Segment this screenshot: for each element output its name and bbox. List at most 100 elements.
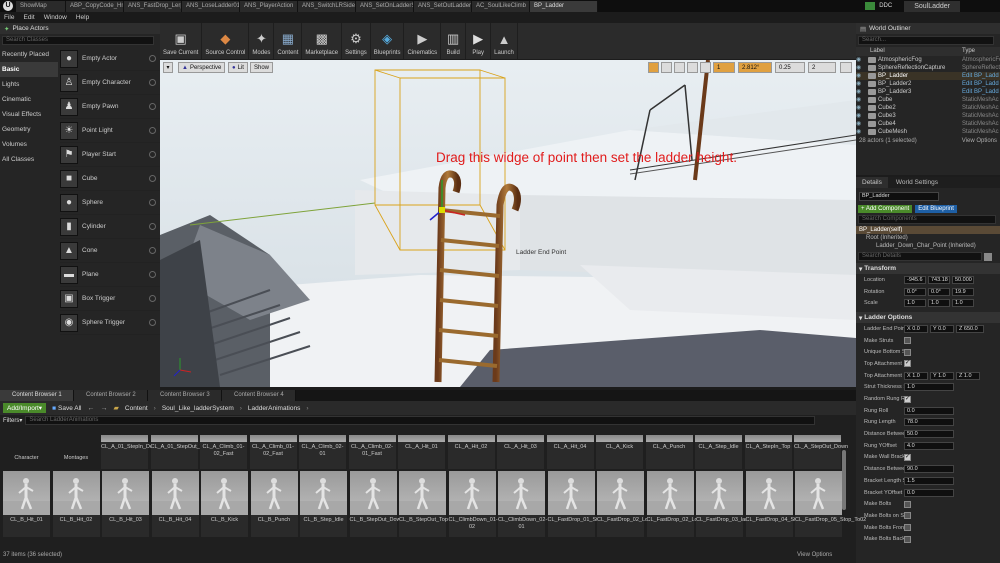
asset-tile[interactable]: CL_FastDrop_02_Loop_B xyxy=(646,471,710,537)
edit-blueprint-button[interactable]: Edit Blueprint xyxy=(915,205,957,213)
doc-tab-ans-fastdrop-lerpl[interactable]: ANS_FastDrop_LerpL xyxy=(124,0,182,12)
actor-item-player-start[interactable]: ⚑ Player Start xyxy=(60,143,160,167)
outliner-view-options[interactable]: View Options xyxy=(962,138,997,144)
rung-yoffset-field[interactable]: 4.0 xyxy=(904,441,954,450)
play-button[interactable]: ▶ Play xyxy=(466,23,492,59)
asset-tile[interactable]: CL_A_Climb_01-02_Fast xyxy=(200,435,247,469)
visibility-eye-icon[interactable]: ◉ xyxy=(856,80,868,88)
actor-item-sphere-trigger[interactable]: ◉ Sphere Trigger xyxy=(60,311,160,335)
random-rung-roll-checkbox[interactable]: ✓ xyxy=(904,395,911,403)
category-visual-effects[interactable]: Visual Effects xyxy=(0,107,58,122)
asset-tile[interactable]: CL_FastDrop_04_Stop_To01 xyxy=(745,471,817,537)
distance-between-brackets-field[interactable]: 90.0 xyxy=(904,465,954,474)
scale-z[interactable]: 1.0 xyxy=(952,299,974,308)
info-icon[interactable] xyxy=(149,295,156,302)
info-icon[interactable] xyxy=(149,79,156,86)
ladder-options-section[interactable]: ▾ Ladder Options xyxy=(856,312,1000,324)
asset-tile[interactable]: CL_A_Step_Idle xyxy=(695,435,742,469)
save-current-button[interactable]: ▣ Save Current xyxy=(160,23,203,59)
rotate-mode-icon[interactable] xyxy=(661,62,672,73)
info-icon[interactable] xyxy=(149,175,156,182)
outliner-row[interactable]: ◉ AtmosphericFog AtmosphericFo xyxy=(856,56,1000,64)
tab-world-settings[interactable]: World Settings xyxy=(888,177,946,188)
outliner-row[interactable]: ◉ BP_Ladder2 Edit BP_Ladd xyxy=(856,80,1000,88)
actor-item-empty-pawn[interactable]: ♟ Empty Pawn xyxy=(60,95,160,119)
source-control-icon[interactable] xyxy=(865,2,876,10)
info-icon[interactable] xyxy=(149,55,156,62)
menu-help[interactable]: Help xyxy=(76,14,89,21)
make-bolts-checkbox[interactable] xyxy=(904,500,911,508)
location-x[interactable]: -945.6 xyxy=(904,275,926,284)
category-cinematic[interactable]: Cinematic xyxy=(0,92,58,107)
visibility-eye-icon[interactable]: ◉ xyxy=(856,56,868,64)
top-attachment-scale-x[interactable]: X 1.0 xyxy=(904,371,928,380)
info-icon[interactable] xyxy=(149,127,156,134)
transform-section[interactable]: ▾ Transform xyxy=(856,263,1000,274)
content-browser-tab-1[interactable]: Content Browser 1 xyxy=(0,390,74,401)
blueprints-button[interactable]: ◈ Blueprints xyxy=(371,23,405,59)
rotation-z[interactable]: 19.9 xyxy=(952,287,974,296)
asset-tile[interactable]: CL_B_Kick xyxy=(201,471,248,537)
visibility-eye-icon[interactable]: ◉ xyxy=(856,64,868,72)
search-classes-input[interactable]: Search Classes xyxy=(2,36,154,45)
doc-tab-ac-soullikeclimb[interactable]: AC_SoulLikeClimb xyxy=(472,0,530,12)
asset-tile[interactable]: CL_B_Hit_03 xyxy=(102,471,149,537)
asset-tile[interactable]: CL_A_Climb_01-02_Fast xyxy=(249,435,297,469)
category-recently-placed[interactable]: Recently Placed xyxy=(0,47,58,62)
filters-button[interactable]: Filters▾ xyxy=(3,417,22,424)
actor-item-cylinder[interactable]: ▮ Cylinder xyxy=(60,215,160,239)
category-basic[interactable]: Basic xyxy=(0,62,58,77)
asset-tile[interactable]: CL_A_Hit_01 xyxy=(398,435,445,469)
col-label[interactable]: Label xyxy=(870,47,962,56)
top-attachment-scale-z[interactable]: Z 1.0 xyxy=(956,371,980,380)
visibility-eye-icon[interactable]: ◉ xyxy=(856,128,868,136)
asset-tile[interactable]: CL_A_01_StepIn_Down xyxy=(101,435,160,469)
outliner-row[interactable]: ◉ BP_Ladder Edit BP_Ladd xyxy=(856,72,1000,80)
end-point-y[interactable]: Y 0.0 xyxy=(930,324,954,333)
outliner-row[interactable]: ◉ Cube2 StaticMeshAc xyxy=(856,104,1000,112)
marketplace-button[interactable]: ▩ Marketplace xyxy=(302,23,343,59)
visibility-eye-icon[interactable]: ◉ xyxy=(856,88,868,96)
path-ladder-system[interactable]: Soul_Like_ladderSystem xyxy=(162,405,234,412)
visibility-eye-icon[interactable]: ◉ xyxy=(856,112,868,120)
doc-tab-abp-copycode-hmi[interactable]: ABP_CopyCode_Hmi xyxy=(66,0,124,12)
rotation-y[interactable]: 0.0° xyxy=(928,287,950,296)
edit-blueprint-link[interactable]: Edit BP_Ladd xyxy=(962,72,1000,80)
actor-item-point-light[interactable]: ☀ Point Light xyxy=(60,119,160,143)
doc-tab-ans-loseladder01[interactable]: ANS_LoseLadder01 xyxy=(182,0,240,12)
tab-details[interactable]: Details xyxy=(856,177,888,188)
asset-tile[interactable]: CL_FastDrop_05_Stop_To02 xyxy=(795,471,866,537)
surface-snap-icon[interactable] xyxy=(700,62,711,73)
info-icon[interactable] xyxy=(149,103,156,110)
asset-tile[interactable]: CL_A_Climb_02-01 xyxy=(299,435,346,469)
end-point-z[interactable]: Z 650.0 xyxy=(956,324,984,333)
translate-mode-icon[interactable] xyxy=(648,62,659,73)
settings-button[interactable]: ⚙ Settings xyxy=(342,23,371,59)
source-control-button[interactable]: ◆ Source Control xyxy=(202,23,250,59)
outliner-row[interactable]: ◉ SphereReflectionCapture SphereReflect xyxy=(856,64,1000,72)
actor-item-cone[interactable]: ▲ Cone xyxy=(60,239,160,263)
search-components-input[interactable]: Search Components xyxy=(858,215,996,224)
asset-tile[interactable]: CL_B_Hit_02 xyxy=(52,471,100,537)
add-component-button[interactable]: + Add Component xyxy=(858,205,913,213)
world-space-icon[interactable] xyxy=(687,62,698,73)
scale-mode-icon[interactable] xyxy=(674,62,685,73)
property-matrix-icon[interactable] xyxy=(984,252,992,261)
component-self[interactable]: BP_Ladder(self) xyxy=(856,226,1000,234)
rung-roll-field[interactable]: 0.0 xyxy=(904,406,954,415)
outliner-search-input[interactable]: Search... xyxy=(858,36,994,45)
asset-tile[interactable]: CL_A_Punch xyxy=(645,435,693,469)
category-lights[interactable]: Lights xyxy=(0,77,58,92)
grid-snap-button[interactable]: 1 xyxy=(713,62,735,73)
path-ladder-animations[interactable]: LadderAnimations xyxy=(248,405,300,412)
outliner-row[interactable]: ◉ CubeMesh StaticMeshAc xyxy=(856,128,1000,136)
strut-thickness-scale-field[interactable]: 1.0 xyxy=(904,383,954,392)
asset-tile[interactable]: CL_A_Kick xyxy=(596,435,643,469)
outliner-row[interactable]: ◉ Cube StaticMeshAc xyxy=(856,96,1000,104)
menu-window[interactable]: Window xyxy=(44,14,67,21)
outliner-row[interactable]: ◉ BP_Ladder3 Edit BP_Ladd xyxy=(856,88,1000,96)
doc-tab-showmap[interactable]: ShowMap xyxy=(16,0,66,12)
asset-tile[interactable]: CL_A_Climb_02-01_Fast xyxy=(348,435,396,469)
component-root[interactable]: Root (Inherited) xyxy=(856,234,1000,242)
perspective-button[interactable]: ▲ Perspective xyxy=(178,62,226,73)
